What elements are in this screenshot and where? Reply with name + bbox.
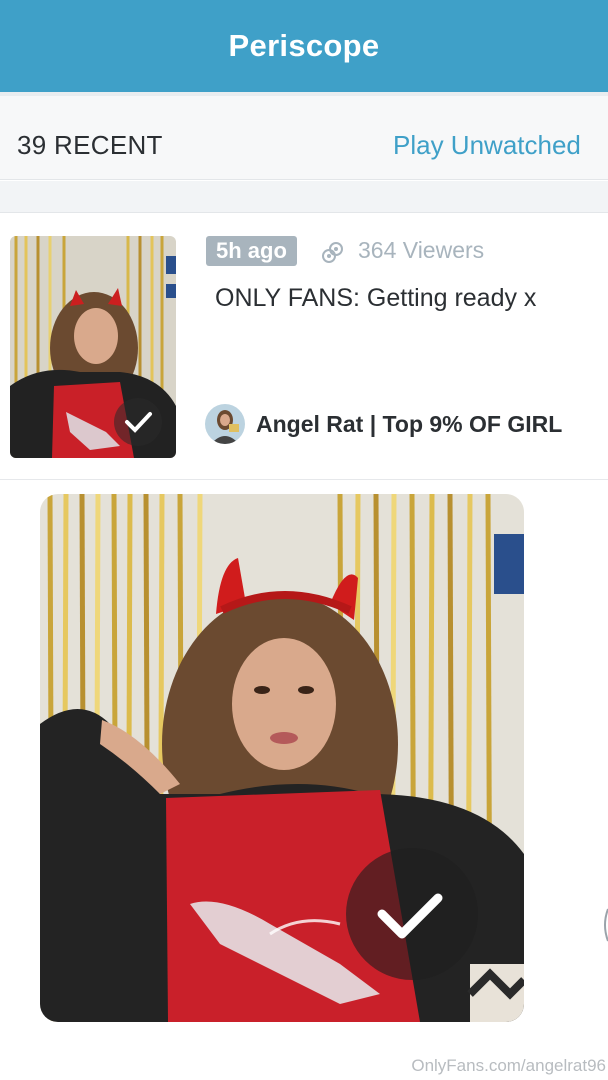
- app-title: Periscope: [228, 28, 380, 63]
- username[interactable]: Angel Rat | Top 9% OF GIRL: [256, 411, 562, 438]
- time-ago-badge: 5h ago: [206, 236, 297, 266]
- recent-count-label: 39 RECENT: [17, 130, 163, 160]
- next-item-edge: [604, 908, 608, 942]
- top-nav-bar: Periscope: [0, 0, 608, 92]
- filter-bar: 39 RECENT Play Unwatched: [0, 96, 608, 180]
- broadcast-preview-image[interactable]: [40, 494, 524, 1022]
- viewers-icon: [322, 242, 343, 263]
- play-unwatched-button[interactable]: Play Unwatched: [393, 130, 581, 161]
- watched-overlay: [346, 848, 478, 980]
- broadcast-thumbnail[interactable]: [10, 236, 176, 458]
- section-gap: [0, 181, 608, 213]
- broadcast-row[interactable]: 5h ago 364 Viewers ONLY FANS: Getting re…: [0, 214, 608, 480]
- broadcast-title: ONLY FANS: Getting ready x: [215, 284, 537, 312]
- avatar[interactable]: [205, 404, 245, 444]
- viewer-count: 364 Viewers: [358, 237, 485, 263]
- watermark-text: OnlyFans.com/angelrat96: [411, 1056, 606, 1075]
